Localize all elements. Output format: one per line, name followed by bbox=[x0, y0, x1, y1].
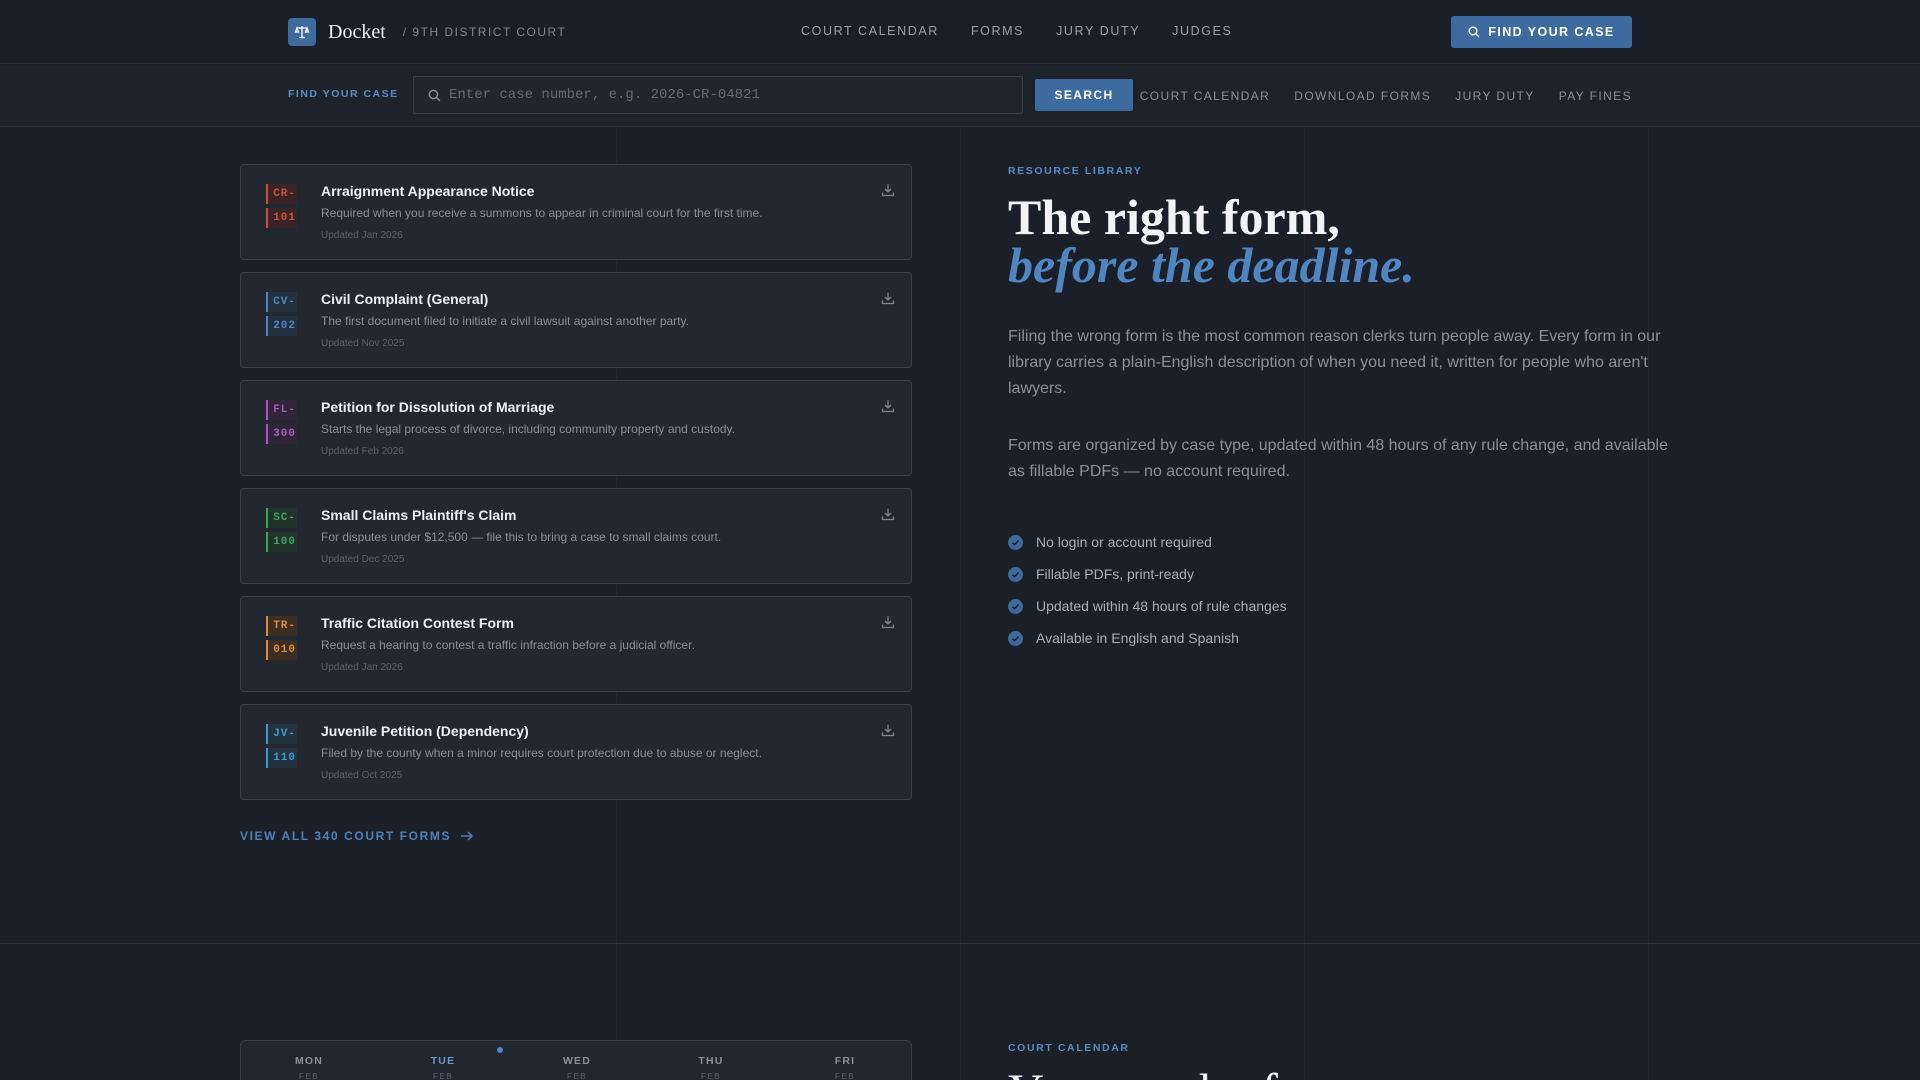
library-details: Forms are organized by case type, update… bbox=[1008, 437, 1668, 480]
nav-jury-duty[interactable]: JURY DUTY bbox=[1056, 24, 1140, 38]
download-icon[interactable] bbox=[881, 723, 895, 737]
benefit-text: Fillable PDFs, print-ready bbox=[1036, 566, 1194, 582]
form-code-badge: JV- 110 bbox=[266, 724, 297, 772]
nav-court-calendar[interactable]: COURT CALENDAR bbox=[801, 24, 939, 38]
calendar-eyebrow: COURT CALENDAR bbox=[1008, 1042, 1130, 1054]
quick-link-court-calendar[interactable]: COURT CALENDAR bbox=[1140, 89, 1271, 103]
benefit-item: Fillable PDFs, print-ready bbox=[1008, 558, 1287, 590]
benefit-text: Updated within 48 hours of rule changes bbox=[1036, 598, 1287, 614]
section-divider bbox=[0, 943, 1920, 944]
calendar-headline: Your week of bbox=[1008, 1066, 1278, 1080]
form-code-badge: CV- 202 bbox=[266, 292, 297, 340]
quick-link-pay-fines[interactable]: PAY FINES bbox=[1559, 89, 1632, 103]
benefit-text: Available in English and Spanish bbox=[1036, 630, 1239, 646]
form-updated: Updated Nov 2025 bbox=[321, 338, 405, 349]
headline-line-2: before the deadline. bbox=[1008, 237, 1415, 293]
benefit-item: No login or account required bbox=[1008, 526, 1287, 558]
quick-link-download-forms[interactable]: DOWNLOAD FORMS bbox=[1294, 89, 1431, 103]
benefit-item: Available in English and Spanish bbox=[1008, 622, 1287, 654]
form-title: Petition for Dissolution of Marriage bbox=[321, 399, 555, 415]
search-field[interactable] bbox=[413, 76, 1023, 114]
nav-forms[interactable]: FORMS bbox=[971, 24, 1024, 38]
calendar-day[interactable]: WED FEB bbox=[537, 1055, 617, 1080]
form-card[interactable]: JV- 110 Juvenile Petition (Dependency) Fi… bbox=[240, 704, 912, 800]
form-updated: Updated Dec 2025 bbox=[321, 554, 405, 565]
calendar-day[interactable]: FRI FEB bbox=[805, 1055, 885, 1080]
calendar-day[interactable]: MON FEB bbox=[269, 1055, 349, 1080]
download-icon[interactable] bbox=[881, 291, 895, 305]
check-icon bbox=[1008, 566, 1023, 582]
calendar-day-selected[interactable]: TUE FEB bbox=[403, 1055, 483, 1080]
brand-name: Docket bbox=[328, 20, 386, 43]
form-updated: Updated Jan 2026 bbox=[321, 230, 403, 241]
main-nav: COURT CALENDAR FORMS JURY DUTY JUDGES bbox=[801, 24, 1264, 38]
form-description: Request a hearing to contest a traffic i… bbox=[321, 638, 695, 652]
event-dot bbox=[497, 1047, 503, 1053]
download-icon[interactable] bbox=[881, 507, 895, 521]
quick-links: COURT CALENDAR DOWNLOAD FORMS JURY DUTY … bbox=[1116, 89, 1632, 103]
form-description: Required when you receive a summons to a… bbox=[321, 206, 763, 220]
arrow-right-icon bbox=[461, 831, 474, 841]
form-description: The first document filed to initiate a c… bbox=[321, 314, 689, 328]
form-title: Small Claims Plaintiff's Claim bbox=[321, 507, 517, 523]
form-description: For disputes under $12,500 — file this t… bbox=[321, 530, 722, 544]
form-card[interactable]: CR- 101 Arraignment Appearance Notice Req… bbox=[240, 164, 912, 260]
form-title: Juvenile Petition (Dependency) bbox=[321, 723, 529, 739]
form-description: Starts the legal process of divorce, inc… bbox=[321, 422, 735, 436]
form-code-badge: SC- 100 bbox=[266, 508, 297, 556]
calendar-day[interactable]: THU FEB bbox=[671, 1055, 751, 1080]
brand-court: / 9TH DISTRICT COURT bbox=[402, 25, 567, 39]
form-updated: Updated Jan 2026 bbox=[321, 662, 403, 673]
case-search-bar: FIND YOUR CASE SEARCH COURT CALENDAR DOW… bbox=[0, 65, 1920, 127]
form-card[interactable]: CV- 202 Civil Complaint (General) The fir… bbox=[240, 272, 912, 368]
find-your-case-button[interactable]: FIND YOUR CASE bbox=[1451, 16, 1632, 48]
library-intro: Filing the wrong form is the most common… bbox=[1008, 328, 1661, 397]
case-number-input[interactable] bbox=[449, 87, 1009, 103]
form-title: Arraignment Appearance Notice bbox=[321, 183, 535, 199]
find-your-case-label: FIND YOUR CASE bbox=[1488, 25, 1615, 39]
library-headline: The right form, before the deadline. bbox=[1008, 192, 1415, 293]
download-icon[interactable] bbox=[881, 183, 895, 197]
quick-link-jury-duty[interactable]: JURY DUTY bbox=[1455, 89, 1535, 103]
form-card[interactable]: FL- 300 Petition for Dissolution of Marri… bbox=[240, 380, 912, 476]
download-icon[interactable] bbox=[881, 399, 895, 413]
check-icon bbox=[1008, 630, 1023, 646]
view-all-forms-link[interactable]: VIEW ALL 340 COURT FORMS bbox=[240, 829, 474, 843]
week-calendar: MON FEB TUE FEB WED FEB THU FEB FRI FEB bbox=[240, 1040, 912, 1080]
nav-judges[interactable]: JUDGES bbox=[1172, 24, 1232, 38]
brand[interactable]: Docket / 9TH DISTRICT COURT bbox=[288, 18, 566, 46]
form-card[interactable]: TR- 010 Traffic Citation Contest Form Req… bbox=[240, 596, 912, 692]
library-eyebrow: RESOURCE LIBRARY bbox=[1008, 165, 1143, 177]
form-title: Civil Complaint (General) bbox=[321, 291, 489, 307]
form-updated: Updated Feb 2026 bbox=[321, 446, 404, 457]
benefit-text: No login or account required bbox=[1036, 534, 1212, 550]
form-code-badge: FL- 300 bbox=[266, 400, 297, 448]
download-icon[interactable] bbox=[881, 615, 895, 629]
form-card[interactable]: SC- 100 Small Claims Plaintiff's Claim Fo… bbox=[240, 488, 912, 584]
benefit-item: Updated within 48 hours of rule changes bbox=[1008, 590, 1287, 622]
search-icon bbox=[428, 89, 441, 101]
scales-icon bbox=[288, 18, 316, 46]
search-icon bbox=[1468, 26, 1480, 38]
check-icon bbox=[1008, 534, 1023, 550]
check-icon bbox=[1008, 598, 1023, 614]
form-code-badge: TR- 010 bbox=[266, 616, 297, 664]
form-title: Traffic Citation Contest Form bbox=[321, 615, 514, 631]
benefit-list: No login or account required Fillable PD… bbox=[1008, 526, 1287, 654]
top-nav: Docket / 9TH DISTRICT COURT COURT CALEND… bbox=[0, 0, 1920, 64]
forms-list: CR- 101 Arraignment Appearance Notice Req… bbox=[240, 164, 912, 812]
form-updated: Updated Oct 2025 bbox=[321, 770, 403, 781]
form-code-badge: CR- 101 bbox=[266, 184, 297, 232]
view-all-label: VIEW ALL 340 COURT FORMS bbox=[240, 829, 452, 843]
form-description: Filed by the county when a minor require… bbox=[321, 746, 762, 760]
search-label: FIND YOUR CASE bbox=[288, 88, 399, 100]
